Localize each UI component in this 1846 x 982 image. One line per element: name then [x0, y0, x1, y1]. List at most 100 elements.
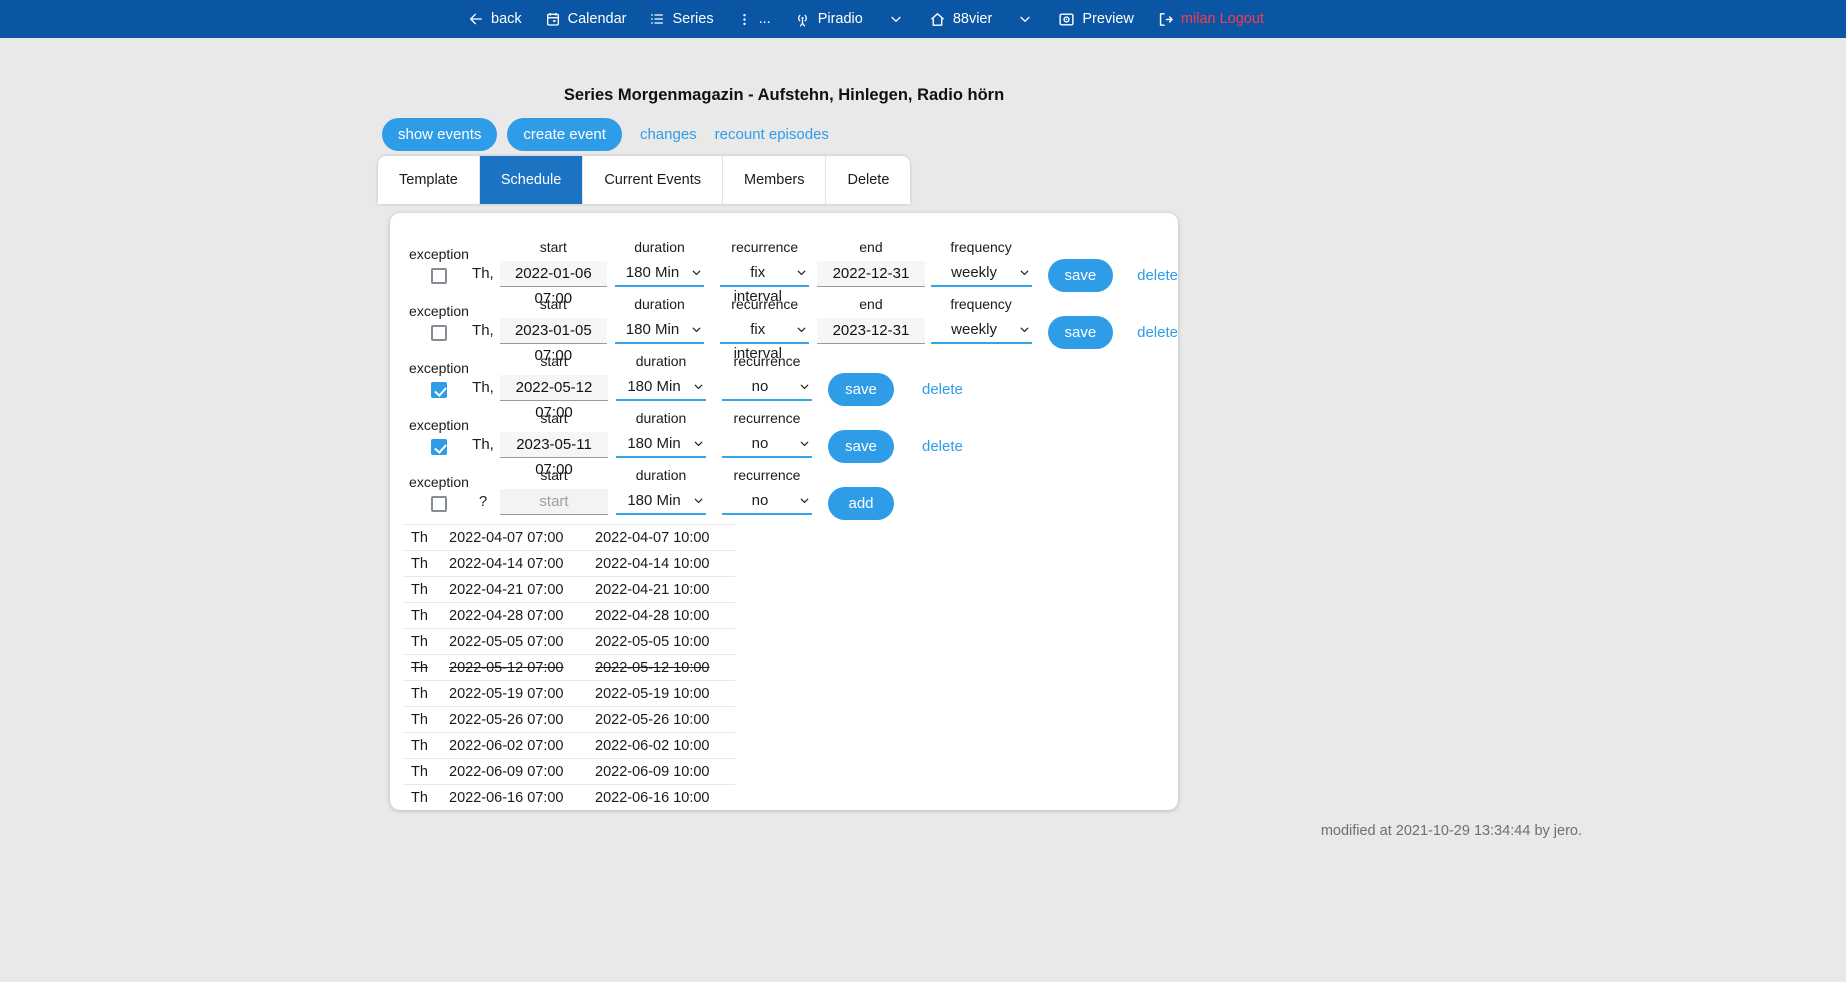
- schedule-row: exceptionTh,start2022-01-06 07:00duratio…: [390, 239, 1178, 287]
- start-label: start: [540, 467, 567, 483]
- event-end: 2022-05-12 10:00: [595, 660, 735, 676]
- exception-checkbox[interactable]: [431, 268, 447, 284]
- duration-select[interactable]: 180 Min: [616, 489, 706, 515]
- event-start: 2022-06-02 07:00: [449, 738, 595, 754]
- frequency-select[interactable]: weekly: [931, 261, 1032, 287]
- nav-item-series[interactable]: Series: [649, 11, 713, 27]
- event-start: 2022-06-09 07:00: [449, 764, 595, 780]
- nav-item-logout[interactable]: milan Logout: [1157, 11, 1264, 28]
- recurrence-select[interactable]: fix interval: [720, 318, 809, 344]
- create-event-button[interactable]: create event: [507, 118, 622, 151]
- exception-checkbox[interactable]: [431, 382, 447, 398]
- start-input[interactable]: 2022-01-06 07:00: [500, 261, 607, 287]
- recurrence-select[interactable]: no: [722, 489, 812, 515]
- duration-select[interactable]: 180 Min: [616, 432, 706, 458]
- delete-link[interactable]: delete: [1137, 324, 1178, 344]
- save-button[interactable]: save: [828, 373, 894, 406]
- save-button[interactable]: save: [828, 430, 894, 463]
- event-start: 2022-05-19 07:00: [449, 686, 595, 702]
- event-start: 2022-05-12 07:00: [449, 660, 595, 676]
- nav-item-label: Preview: [1082, 11, 1134, 27]
- event-end: 2022-04-21 10:00: [595, 582, 735, 598]
- exception-label: exception: [409, 303, 469, 319]
- series-actions: show events create event changes recount…: [382, 118, 1178, 151]
- event-day: Th: [411, 634, 449, 650]
- frequency-label: frequency: [950, 239, 1011, 255]
- nav-item-label: Calendar: [568, 11, 627, 27]
- nav-item-preview[interactable]: Preview: [1058, 11, 1134, 28]
- event-start: 2022-04-21 07:00: [449, 582, 595, 598]
- tab-template[interactable]: Template: [378, 156, 480, 204]
- event-row: Th2022-05-12 07:002022-05-12 10:00: [403, 654, 735, 680]
- nav-item-88vier[interactable]: 88vier: [929, 11, 993, 28]
- home-icon: [929, 11, 946, 28]
- end-input[interactable]: 2022-12-31: [817, 261, 924, 287]
- chevron-down-icon: [1018, 266, 1031, 284]
- duration-label: duration: [634, 296, 685, 312]
- event-row: Th2022-05-19 07:002022-05-19 10:00: [403, 680, 735, 706]
- delete-link[interactable]: delete: [922, 438, 963, 458]
- save-button[interactable]: save: [1048, 316, 1113, 349]
- preview-icon: [1058, 11, 1075, 28]
- save-button[interactable]: save: [1048, 259, 1113, 292]
- tab-current-events[interactable]: Current Events: [583, 156, 723, 204]
- chevron-down-icon[interactable]: [888, 11, 904, 27]
- event-end: 2022-04-14 10:00: [595, 556, 735, 572]
- event-start: 2022-06-16 07:00: [449, 790, 595, 806]
- tab-schedule[interactable]: Schedule: [480, 156, 583, 204]
- events-table: Th2022-04-07 07:002022-04-07 10:00Th2022…: [403, 524, 735, 810]
- delete-link[interactable]: delete: [922, 381, 963, 401]
- start-label: start: [540, 239, 567, 255]
- nav-item-more[interactable]: ...: [737, 11, 771, 27]
- exception-label: exception: [409, 474, 469, 490]
- frequency-select-value: weekly: [931, 318, 1032, 342]
- duration-label: duration: [636, 353, 687, 369]
- list-icon: [649, 11, 665, 27]
- antenna-icon: [794, 11, 811, 28]
- frequency-select[interactable]: weekly: [931, 318, 1032, 344]
- recount-episodes-link[interactable]: recount episodes: [715, 126, 829, 143]
- event-end: 2022-06-09 10:00: [595, 764, 735, 780]
- recurrence-select[interactable]: fix interval: [720, 261, 809, 287]
- duration-select[interactable]: 180 Min: [615, 261, 704, 287]
- nav-item-piradio[interactable]: Piradio: [794, 11, 863, 28]
- chevron-down-icon: [692, 380, 705, 398]
- delete-link[interactable]: delete: [1137, 267, 1178, 287]
- event-day: Th: [411, 660, 449, 676]
- chevron-down-icon[interactable]: [1017, 11, 1033, 27]
- exception-checkbox[interactable]: [431, 325, 447, 341]
- chevron-down-icon: [1018, 323, 1031, 341]
- event-end: 2022-05-05 10:00: [595, 634, 735, 650]
- event-row: Th2022-06-09 07:002022-06-09 10:00: [403, 758, 735, 784]
- event-end: 2022-05-19 10:00: [595, 686, 735, 702]
- chevron-down-icon: [798, 380, 811, 398]
- start-input[interactable]: 2022-05-12 07:00: [500, 375, 608, 401]
- event-start: 2022-04-14 07:00: [449, 556, 595, 572]
- start-input[interactable]: 2023-01-05 07:00: [500, 318, 607, 344]
- end-label: end: [859, 296, 882, 312]
- changes-link[interactable]: changes: [640, 126, 697, 143]
- show-events-button[interactable]: show events: [382, 118, 497, 151]
- start-label: start: [540, 296, 567, 312]
- exception-checkbox[interactable]: [431, 439, 447, 455]
- tab-delete[interactable]: Delete: [826, 156, 910, 204]
- nav-item-back[interactable]: back: [468, 11, 522, 27]
- end-input[interactable]: 2023-12-31: [817, 318, 924, 344]
- event-day: Th: [411, 530, 449, 546]
- schedule-form: exceptionTh,start2022-01-06 07:00duratio…: [390, 239, 1178, 515]
- exception-label: exception: [409, 246, 469, 262]
- arrow-left-icon: [468, 11, 484, 27]
- duration-select[interactable]: 180 Min: [615, 318, 704, 344]
- tab-members[interactable]: Members: [723, 156, 826, 204]
- exception-checkbox[interactable]: [431, 496, 447, 512]
- start-input[interactable]: start: [500, 489, 608, 515]
- nav-item-calendar[interactable]: Calendar: [545, 11, 627, 27]
- recurrence-label: recurrence: [734, 467, 801, 483]
- recurrence-select[interactable]: no: [722, 432, 812, 458]
- add-button[interactable]: add: [828, 487, 894, 520]
- recurrence-label: recurrence: [734, 410, 801, 426]
- start-input[interactable]: 2023-05-11 07:00: [500, 432, 608, 458]
- duration-select[interactable]: 180 Min: [616, 375, 706, 401]
- schedule-card: exceptionTh,start2022-01-06 07:00duratio…: [390, 213, 1178, 810]
- recurrence-select[interactable]: no: [722, 375, 812, 401]
